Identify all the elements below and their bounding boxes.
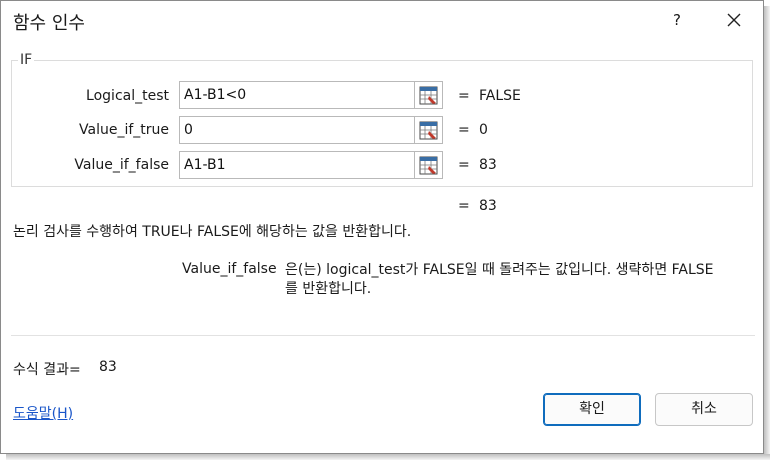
help-link[interactable]: 도움말(H) bbox=[13, 403, 73, 423]
function-description: 논리 검사를 수행하여 TRUE나 FALSE에 해당하는 값을 반환합니다. bbox=[13, 224, 412, 240]
range-select-icon bbox=[419, 156, 438, 175]
arg-result-logical-test: FALSE bbox=[479, 88, 521, 104]
help-button[interactable]: ? bbox=[665, 7, 689, 33]
formula-result-label: 수식 결과= bbox=[13, 362, 81, 378]
arg-result-value-if-true: 0 bbox=[479, 122, 488, 138]
close-icon bbox=[727, 13, 741, 27]
arg-description-text: 은(는) logical_test가 FALSE일 때 돌려주는 값입니다. 생… bbox=[285, 262, 714, 297]
arg-label-value-if-true: Value_if_true bbox=[79, 122, 169, 138]
overall-result: 83 bbox=[479, 198, 497, 214]
window-shadow-bottom bbox=[6, 454, 770, 460]
arg-label-value-if-false: Value_if_false bbox=[74, 157, 169, 173]
function-arguments-dialog: 함수 인수 ? IF Logical_test = FALSE Value_if… bbox=[0, 0, 764, 454]
close-button[interactable] bbox=[719, 7, 749, 33]
window-shadow-right bbox=[764, 6, 770, 458]
function-name-label: IF bbox=[18, 52, 35, 68]
arg-eq-value-if-false: = bbox=[458, 157, 470, 173]
dialog-title: 함수 인수 bbox=[13, 13, 85, 34]
arg-label-logical-test: Logical_test bbox=[86, 88, 169, 104]
overall-eq: = bbox=[458, 198, 470, 214]
arg-eq-value-if-true: = bbox=[458, 122, 470, 138]
arg-result-value-if-false: 83 bbox=[479, 157, 497, 173]
ok-button[interactable]: 확인 bbox=[543, 393, 641, 426]
range-select-icon bbox=[419, 86, 438, 105]
range-select-icon bbox=[419, 121, 438, 140]
cancel-button[interactable]: 취소 bbox=[655, 393, 753, 426]
value-if-true-input[interactable] bbox=[179, 116, 415, 144]
formula-result-value: 83 bbox=[99, 359, 117, 375]
divider bbox=[11, 335, 755, 336]
logical-test-ref-button[interactable] bbox=[415, 81, 443, 109]
value-if-false-ref-button[interactable] bbox=[415, 151, 443, 179]
logical-test-input[interactable] bbox=[179, 81, 415, 109]
value-if-true-ref-button[interactable] bbox=[415, 116, 443, 144]
value-if-false-input[interactable] bbox=[179, 151, 415, 179]
arg-eq-logical-test: = bbox=[458, 88, 470, 104]
arg-description-name: Value_if_false bbox=[182, 261, 277, 277]
